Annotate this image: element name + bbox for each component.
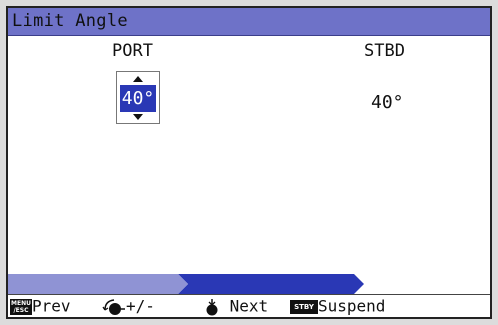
step-progress-bar <box>8 274 490 294</box>
progress-step-remaining <box>354 274 490 294</box>
suspend-label: Suspend <box>318 296 386 316</box>
prev-label: Prev <box>32 296 71 316</box>
title-bar: Limit Angle <box>8 8 490 36</box>
footer-prev[interactable]: MENU/ESC Prev <box>10 296 71 316</box>
footer-adjust[interactable]: +/- <box>102 296 155 316</box>
adjust-label: +/- <box>126 296 155 316</box>
next-label: Next <box>229 296 269 316</box>
stbd-label: STBD <box>364 41 405 61</box>
page-title: Limit Angle <box>12 11 128 31</box>
footer-next[interactable]: Next <box>204 296 268 316</box>
port-label: PORT <box>112 41 153 61</box>
stby-key-icon: STBY <box>290 299 318 314</box>
knob-push-icon <box>206 298 218 315</box>
footer-suspend[interactable]: STBY Suspend <box>290 296 385 316</box>
limit-angle-screen: Limit Angle PORT STBD 40° 40° MENU/ESC Pr… <box>6 6 492 319</box>
stbd-angle-value[interactable]: 40° <box>371 92 404 113</box>
menu-esc-key-icon: MENU/ESC <box>10 298 32 315</box>
progress-step-done <box>8 274 188 294</box>
port-angle-value[interactable]: 40° <box>120 85 156 112</box>
progress-step-current <box>178 274 364 294</box>
spin-down-icon[interactable] <box>133 114 143 120</box>
port-angle-spinner[interactable]: 40° <box>116 71 160 124</box>
rotary-knob-icon <box>102 298 125 315</box>
footer-key-guide: MENU/ESC Prev +/- Next STBY Suspend <box>8 294 490 317</box>
spin-up-icon[interactable] <box>133 76 143 82</box>
